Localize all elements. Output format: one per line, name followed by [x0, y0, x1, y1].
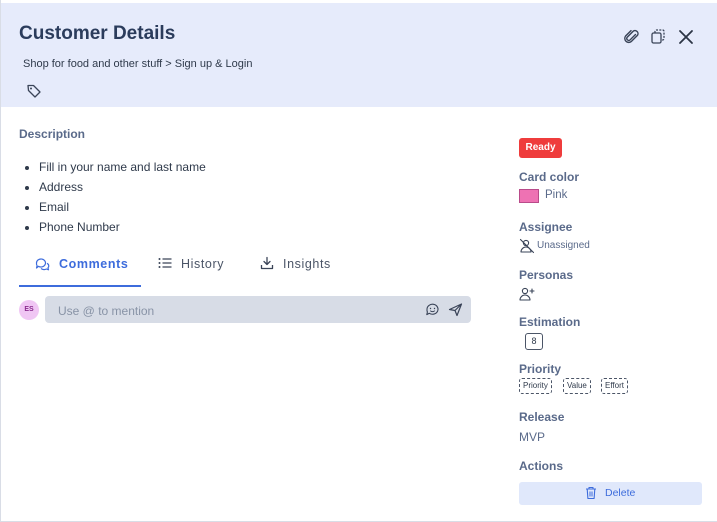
release-value[interactable]: MVP [519, 430, 545, 444]
card-color-value[interactable]: Pink [545, 189, 567, 201]
tab-insights-label: Insights [283, 257, 331, 271]
list-item: Address [39, 177, 206, 197]
description-label: Description [19, 127, 86, 141]
actions-label: Actions [519, 459, 564, 473]
assignee-label: Assignee [519, 220, 573, 234]
tab-insights[interactable]: Insights [259, 250, 349, 285]
avatar: ES [19, 300, 39, 320]
comments-icon [35, 258, 50, 271]
breadcrumb[interactable]: Shop for food and other stuff > Sign up … [23, 58, 252, 70]
delete-button[interactable]: Delete [519, 482, 702, 505]
card-detail-modal: Customer Details Shop for food and other… [0, 0, 717, 522]
modal-header: Customer Details Shop for food and other… [1, 3, 717, 107]
release-label: Release [519, 410, 565, 424]
tab-bar: Comments History Insights [19, 250, 469, 287]
priority-chip-effort[interactable]: Effort [601, 378, 628, 394]
attachment-icon[interactable] [623, 28, 641, 46]
close-icon[interactable] [677, 28, 695, 46]
tag-icon[interactable] [26, 83, 42, 99]
description-list: Fill in your name and last name Address … [21, 157, 206, 237]
list-icon [158, 258, 172, 268]
estimation-value[interactable]: 8 [525, 333, 543, 350]
list-item: Email [39, 197, 206, 217]
comment-box [45, 296, 471, 323]
priority-chip-priority[interactable]: Priority [519, 378, 552, 394]
send-icon[interactable] [448, 302, 463, 317]
priority-chip-value[interactable]: Value [563, 378, 591, 394]
download-icon [260, 256, 274, 270]
tab-comments[interactable]: Comments [19, 250, 141, 287]
personas-label: Personas [519, 268, 574, 282]
trash-icon [586, 486, 596, 500]
delete-label: Delete [605, 487, 636, 499]
card-color-swatch[interactable] [519, 189, 539, 203]
comment-input[interactable] [56, 301, 410, 320]
duplicate-icon[interactable] [649, 28, 667, 46]
unassigned-user-icon[interactable] [519, 238, 535, 254]
list-item: Fill in your name and last name [39, 157, 206, 177]
assignee-value[interactable]: Unassigned [537, 240, 590, 251]
estimation-label: Estimation [519, 315, 581, 329]
emoji-icon[interactable] [425, 302, 440, 317]
tab-history[interactable]: History [157, 250, 247, 285]
status-badge[interactable]: Ready [519, 138, 562, 158]
tab-comments-label: Comments [59, 257, 129, 271]
priority-label: Priority [519, 362, 562, 376]
add-persona-icon[interactable] [519, 286, 535, 302]
list-item: Phone Number [39, 217, 206, 237]
tab-history-label: History [181, 257, 225, 271]
page-title: Customer Details [19, 23, 176, 44]
card-color-label: Card color [519, 170, 580, 184]
